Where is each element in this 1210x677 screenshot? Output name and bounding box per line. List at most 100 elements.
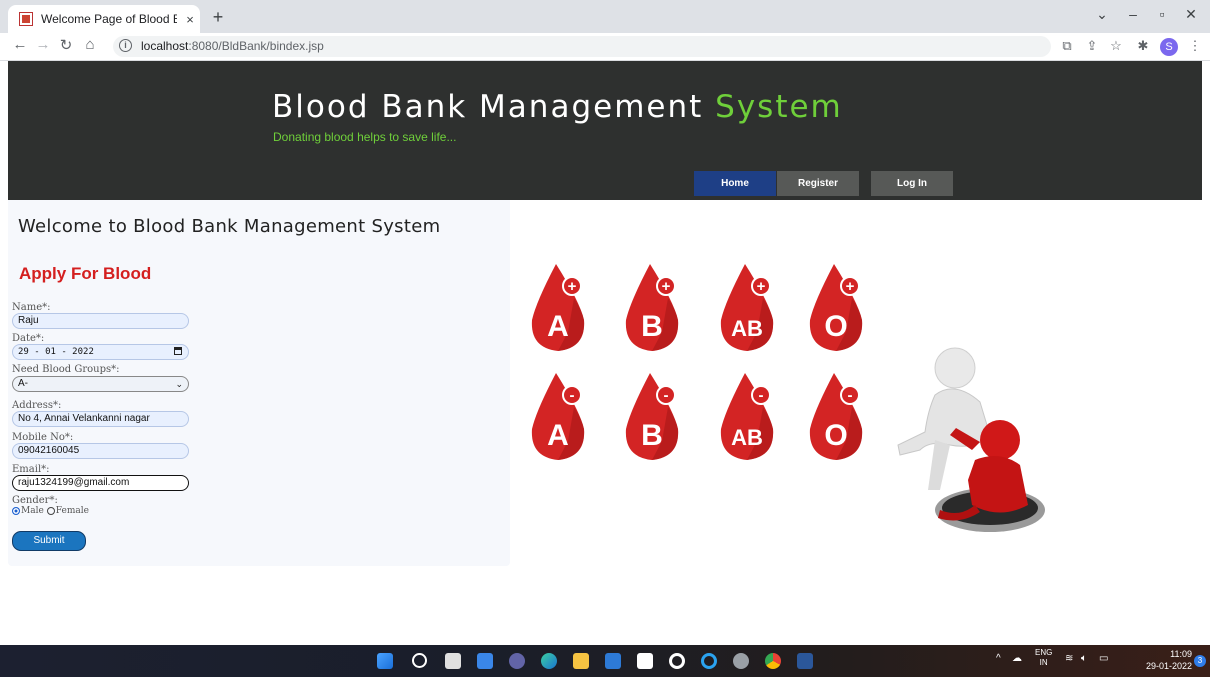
- welcome-heading: Welcome to Blood Bank Management System: [18, 216, 441, 237]
- cortana-icon[interactable]: [701, 653, 717, 669]
- dropbox-icon[interactable]: [637, 653, 653, 669]
- gender-male-label: Male: [21, 506, 44, 516]
- browser-tab-bar: Welcome Page of Blood Bank M × + ⌄ – ▫ ✕: [0, 0, 1210, 33]
- site-title-main: Blood Bank Management: [272, 89, 704, 125]
- browser-toolbar: ← → ↻ ⌂ i localhost:8080/BldBank/bindex.…: [0, 33, 1210, 61]
- blood-drop-b-positive: +B: [625, 264, 679, 351]
- blood-drop-sign: +: [662, 278, 671, 295]
- task-view-icon[interactable]: [445, 653, 461, 669]
- maximize-icon[interactable]: ▫: [1152, 6, 1172, 22]
- menu-kebab-icon[interactable]: ⋮: [1186, 38, 1204, 54]
- close-window-icon[interactable]: ✕: [1181, 6, 1201, 23]
- blood-drop-ab-positive: + AB: [720, 264, 774, 351]
- translate-icon[interactable]: ⧉: [1058, 38, 1076, 54]
- search-icon[interactable]: [412, 653, 427, 668]
- gender-female-label: Female: [55, 506, 89, 516]
- donor-illustration: [897, 347, 1045, 532]
- browser-tab[interactable]: Welcome Page of Blood Bank M ×: [8, 5, 200, 33]
- blood-drop-o-positive: +O: [809, 264, 863, 351]
- blood-drop-label: AB: [731, 316, 763, 341]
- date-label: Date*:: [12, 333, 45, 344]
- blood-drop-sign: -: [759, 387, 764, 404]
- teams-chat-icon[interactable]: [509, 653, 525, 669]
- site-tagline: Donating blood helps to save life...: [273, 130, 457, 144]
- submit-button[interactable]: Submit: [12, 531, 86, 551]
- notification-badge[interactable]: 3: [1194, 655, 1206, 667]
- lang-top: ENG: [1035, 648, 1053, 657]
- blood-group-label: Need Blood Groups*:: [12, 364, 120, 375]
- battery-icon[interactable]: ▭: [1099, 653, 1108, 664]
- bookmark-star-icon[interactable]: ☆: [1107, 38, 1125, 54]
- url-text: localhost:8080/BldBank/bindex.jsp: [141, 39, 324, 53]
- email-field[interactable]: raju1324199@gmail.com: [12, 475, 189, 491]
- chevron-down-icon: ⌄: [175, 379, 183, 389]
- site-title-accent: System: [715, 89, 843, 125]
- blood-drop-sign: +: [568, 278, 577, 295]
- site-favicon-icon: [19, 12, 33, 26]
- minimize-icon[interactable]: –: [1123, 6, 1143, 22]
- blood-drop-sign: -: [664, 387, 669, 404]
- gender-male-radio[interactable]: [12, 507, 20, 515]
- tab-title: Welcome Page of Blood Bank M: [41, 12, 177, 26]
- nav-login[interactable]: Log In: [871, 171, 953, 196]
- app-ring-icon[interactable]: [669, 653, 685, 669]
- chrome-icon[interactable]: [765, 653, 781, 669]
- blood-drop-label: O: [824, 419, 847, 452]
- wifi-icon[interactable]: ≋: [1065, 653, 1073, 664]
- word-icon[interactable]: [797, 653, 813, 669]
- address-field[interactable]: No 4, Annai Velankanni nagar: [12, 411, 189, 427]
- tab-close-icon[interactable]: ×: [183, 12, 197, 27]
- gender-label: Gender*:: [12, 495, 58, 506]
- onedrive-icon[interactable]: ☁: [1012, 653, 1022, 664]
- blood-group-select[interactable]: A- ⌄: [12, 376, 189, 392]
- windows-taskbar: ^ ☁ ENG IN ≋ 🔈︎ ▭ 11:09 29-01-2022 3: [0, 645, 1210, 677]
- home-icon[interactable]: ⌂: [80, 36, 100, 53]
- back-icon[interactable]: ←: [10, 36, 30, 53]
- settings-gear-icon[interactable]: [733, 653, 749, 669]
- blood-drop-a-negative: -A: [531, 373, 585, 460]
- tray-chevron-up-icon[interactable]: ^: [996, 653, 1001, 664]
- address-bar[interactable]: i localhost:8080/BldBank/bindex.jsp: [113, 36, 1051, 57]
- blood-drop-label: A: [547, 310, 569, 343]
- clock-time: 11:09: [1170, 649, 1192, 659]
- url-host: localhost: [141, 39, 189, 53]
- site-info-icon[interactable]: i: [119, 39, 132, 52]
- clock-date: 29-01-2022: [1145, 661, 1192, 671]
- language-indicator[interactable]: ENG IN: [1035, 648, 1052, 668]
- blood-drop-label: B: [641, 310, 663, 343]
- new-tab-button[interactable]: +: [208, 7, 228, 28]
- reload-icon[interactable]: ↻: [56, 36, 76, 54]
- email-label: Email*:: [12, 464, 50, 475]
- share-icon[interactable]: ⇪: [1083, 38, 1101, 54]
- gender-female-radio[interactable]: [46, 507, 55, 515]
- blood-drop-label: AB: [731, 425, 763, 450]
- blood-drop-sign: -: [848, 387, 853, 404]
- profile-avatar[interactable]: S: [1160, 38, 1178, 56]
- clock[interactable]: 11:09 29-01-2022: [1140, 648, 1192, 672]
- blood-drop-label: B: [641, 419, 663, 452]
- edge-icon[interactable]: [541, 653, 557, 669]
- gender-radio-group: Male Female: [12, 506, 89, 516]
- forward-icon[interactable]: →: [33, 36, 53, 53]
- store-icon[interactable]: [605, 653, 621, 669]
- start-icon[interactable]: [377, 653, 393, 669]
- volume-icon[interactable]: 🔈︎: [1081, 653, 1087, 664]
- widgets-icon[interactable]: [477, 653, 493, 669]
- tab-search-icon[interactable]: ⌄: [1092, 6, 1112, 23]
- blood-drop-label: A: [547, 419, 569, 452]
- blood-drop-sign: +: [846, 278, 855, 295]
- mobile-label: Mobile No*:: [12, 432, 74, 443]
- nav-register[interactable]: Register: [777, 171, 859, 196]
- lang-bottom: IN: [1039, 658, 1048, 667]
- extensions-icon[interactable]: ✱: [1134, 38, 1152, 54]
- mobile-field[interactable]: 09042160045: [12, 443, 189, 459]
- calendar-icon[interactable]: [174, 347, 182, 355]
- name-field[interactable]: Raju: [12, 313, 189, 329]
- site-header: Blood Bank Management System Donating bl…: [8, 61, 1202, 200]
- blood-drop-sign: -: [570, 387, 575, 404]
- nav-home[interactable]: Home: [694, 171, 776, 196]
- date-field[interactable]: 29 - 01 - 2022: [12, 344, 189, 360]
- blood-drop-a-positive: +A: [531, 264, 585, 351]
- url-path: :8080/BldBank/bindex.jsp: [188, 39, 324, 53]
- file-explorer-icon[interactable]: [573, 653, 589, 669]
